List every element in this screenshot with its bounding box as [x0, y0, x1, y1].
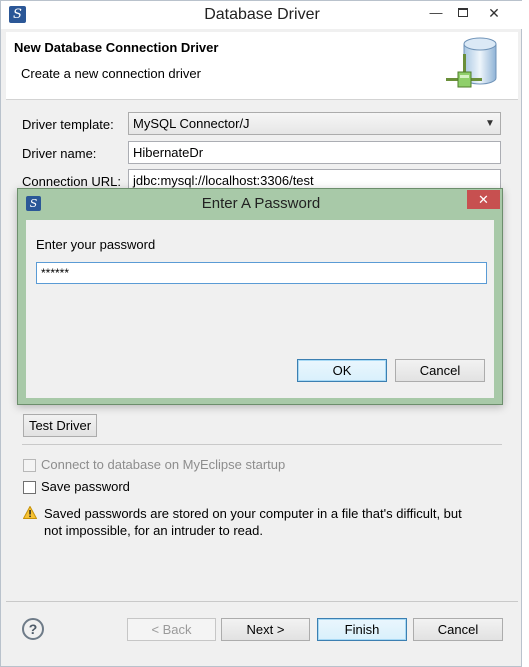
save-password-label: Save password: [41, 479, 130, 494]
banner-subtitle: Create a new connection driver: [21, 66, 201, 81]
footer-separator: [6, 601, 518, 602]
maximize-button[interactable]: [452, 3, 474, 23]
warning-text-line-2: not impossible, for an intruder to read.: [44, 523, 263, 538]
dialog-close-button[interactable]: ✕: [467, 190, 500, 209]
password-dialog: S Enter A Password ✕ Enter your password…: [17, 188, 503, 405]
warning-text-line-1: Saved passwords are stored on your compu…: [44, 506, 462, 521]
driver-template-label: Driver template:: [22, 117, 114, 132]
driver-template-value: MySQL Connector/J: [133, 116, 250, 131]
finish-button[interactable]: Finish: [317, 618, 407, 641]
banner-title: New Database Connection Driver: [14, 40, 219, 55]
password-prompt-label: Enter your password: [36, 237, 156, 252]
dialog-cancel-button[interactable]: Cancel: [395, 359, 485, 382]
maximize-icon: [458, 8, 468, 17]
cancel-button[interactable]: Cancel: [413, 618, 503, 641]
help-icon[interactable]: ?: [22, 618, 44, 640]
chevron-down-icon: ▼: [485, 118, 495, 129]
dialog-title: Enter A Password: [201, 195, 321, 212]
driver-name-input[interactable]: HibernateDr: [128, 141, 501, 164]
database-driver-icon: [446, 37, 497, 88]
driver-name-label: Driver name:: [22, 146, 97, 161]
connect-on-startup-checkbox[interactable]: [23, 459, 36, 472]
wizard-banner: New Database Connection Driver Create a …: [6, 32, 518, 100]
close-button[interactable]: ✕: [483, 3, 505, 23]
back-button[interactable]: < Back: [127, 618, 216, 641]
save-password-checkbox[interactable]: [23, 481, 36, 494]
next-button[interactable]: Next >: [221, 618, 310, 641]
dialog-body: Enter your password ****** OK Cancel: [26, 220, 494, 398]
ok-button[interactable]: OK: [297, 359, 387, 382]
separator: [22, 444, 502, 445]
title-bar[interactable]: S Database Driver — ✕: [1, 1, 523, 29]
test-driver-button[interactable]: Test Driver: [23, 414, 97, 437]
connect-on-startup-label: Connect to database on MyEclipse startup: [41, 457, 286, 472]
connection-url-label: Connection URL:: [22, 174, 121, 189]
minimize-button[interactable]: —: [425, 3, 447, 23]
driver-template-select[interactable]: MySQL Connector/J ▼: [128, 112, 501, 135]
password-input[interactable]: ******: [36, 262, 487, 284]
warning-icon: [23, 506, 37, 519]
